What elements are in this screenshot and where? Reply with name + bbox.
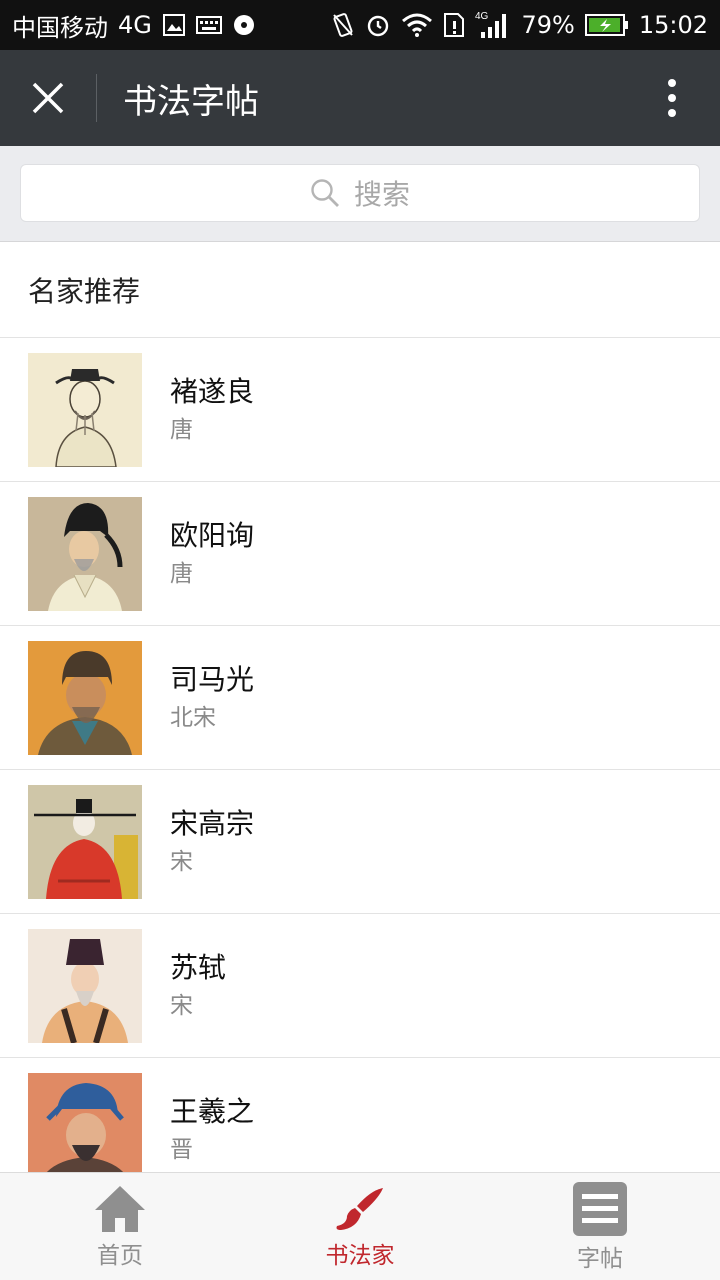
list-item[interactable]: 欧阳询 唐 <box>0 482 720 626</box>
carrier-label: 中国移动 <box>12 13 108 42</box>
image-icon <box>162 13 186 37</box>
list-icon <box>573 1182 627 1236</box>
calligrapher-name: 褚遂良 <box>170 374 255 408</box>
close-button[interactable] <box>0 50 96 146</box>
battery-percent: 79% <box>521 11 575 39</box>
home-icon <box>95 1186 145 1232</box>
calligrapher-list: 褚遂良 唐 欧阳询 唐 司马光 北宋 宋高宗 宋 苏轼 宋 王羲之 晋 <box>0 338 720 1172</box>
status-bar: 中国移动 4G 4G 79% 15:02 <box>0 0 720 50</box>
section-title: 名家推荐 <box>0 242 720 338</box>
wifi-icon <box>401 13 433 37</box>
avatar <box>28 496 142 611</box>
sim-alert-icon <box>443 12 465 38</box>
tab-copybook[interactable]: 字帖 <box>480 1173 720 1280</box>
calligrapher-dynasty: 宋 <box>170 848 193 875</box>
calligrapher-dynasty: 晋 <box>170 1136 193 1163</box>
signal-network-label: 4G <box>475 11 489 22</box>
alarm-icon <box>365 12 391 38</box>
calligrapher-name: 司马光 <box>170 662 255 696</box>
calligrapher-dynasty: 北宋 <box>170 704 216 731</box>
more-button[interactable] <box>624 50 720 146</box>
more-vertical-icon <box>668 79 676 117</box>
calligrapher-name: 王羲之 <box>170 1094 255 1128</box>
vibrate-icon <box>331 12 355 38</box>
calligrapher-name: 宋高宗 <box>170 806 255 840</box>
signal-icon: 4G <box>475 10 511 40</box>
tab-calligraphers[interactable]: 书法家 <box>240 1173 480 1280</box>
search-input[interactable]: 搜索 <box>20 164 700 222</box>
tab-copybook-label: 字帖 <box>577 1246 623 1272</box>
tab-bar: 首页 书法家 字帖 <box>0 1172 720 1280</box>
list-item[interactable]: 宋高宗 宋 <box>0 770 720 914</box>
close-icon <box>32 82 64 114</box>
calligrapher-dynasty: 唐 <box>170 560 193 587</box>
keyboard-icon <box>195 15 222 35</box>
tab-calligraphers-label: 书法家 <box>325 1243 395 1269</box>
battery-icon <box>584 14 629 36</box>
disc-icon <box>232 13 256 37</box>
title-bar: 书法字帖 <box>0 50 720 146</box>
avatar <box>28 928 142 1043</box>
title-divider <box>96 74 97 122</box>
search-area: 搜索 <box>0 146 720 242</box>
tab-home[interactable]: 首页 <box>0 1173 240 1280</box>
avatar <box>28 1072 142 1172</box>
search-placeholder: 搜索 <box>353 178 410 211</box>
page-title: 书法字帖 <box>123 81 259 122</box>
clock: 15:02 <box>638 11 708 39</box>
list-item[interactable]: 苏轼 宋 <box>0 914 720 1058</box>
avatar <box>28 352 142 467</box>
search-icon <box>311 179 339 207</box>
calligrapher-name: 苏轼 <box>170 950 227 984</box>
tab-home-label: 首页 <box>97 1243 143 1269</box>
avatar <box>28 640 142 755</box>
calligrapher-name: 欧阳询 <box>170 518 255 552</box>
brush-icon <box>336 1188 383 1230</box>
calligrapher-dynasty: 唐 <box>170 416 193 443</box>
list-item[interactable]: 王羲之 晋 <box>0 1058 720 1172</box>
network-label: 4G <box>118 11 152 39</box>
list-item[interactable]: 褚遂良 唐 <box>0 338 720 482</box>
calligrapher-dynasty: 宋 <box>170 992 193 1019</box>
avatar <box>28 784 142 899</box>
list-item[interactable]: 司马光 北宋 <box>0 626 720 770</box>
